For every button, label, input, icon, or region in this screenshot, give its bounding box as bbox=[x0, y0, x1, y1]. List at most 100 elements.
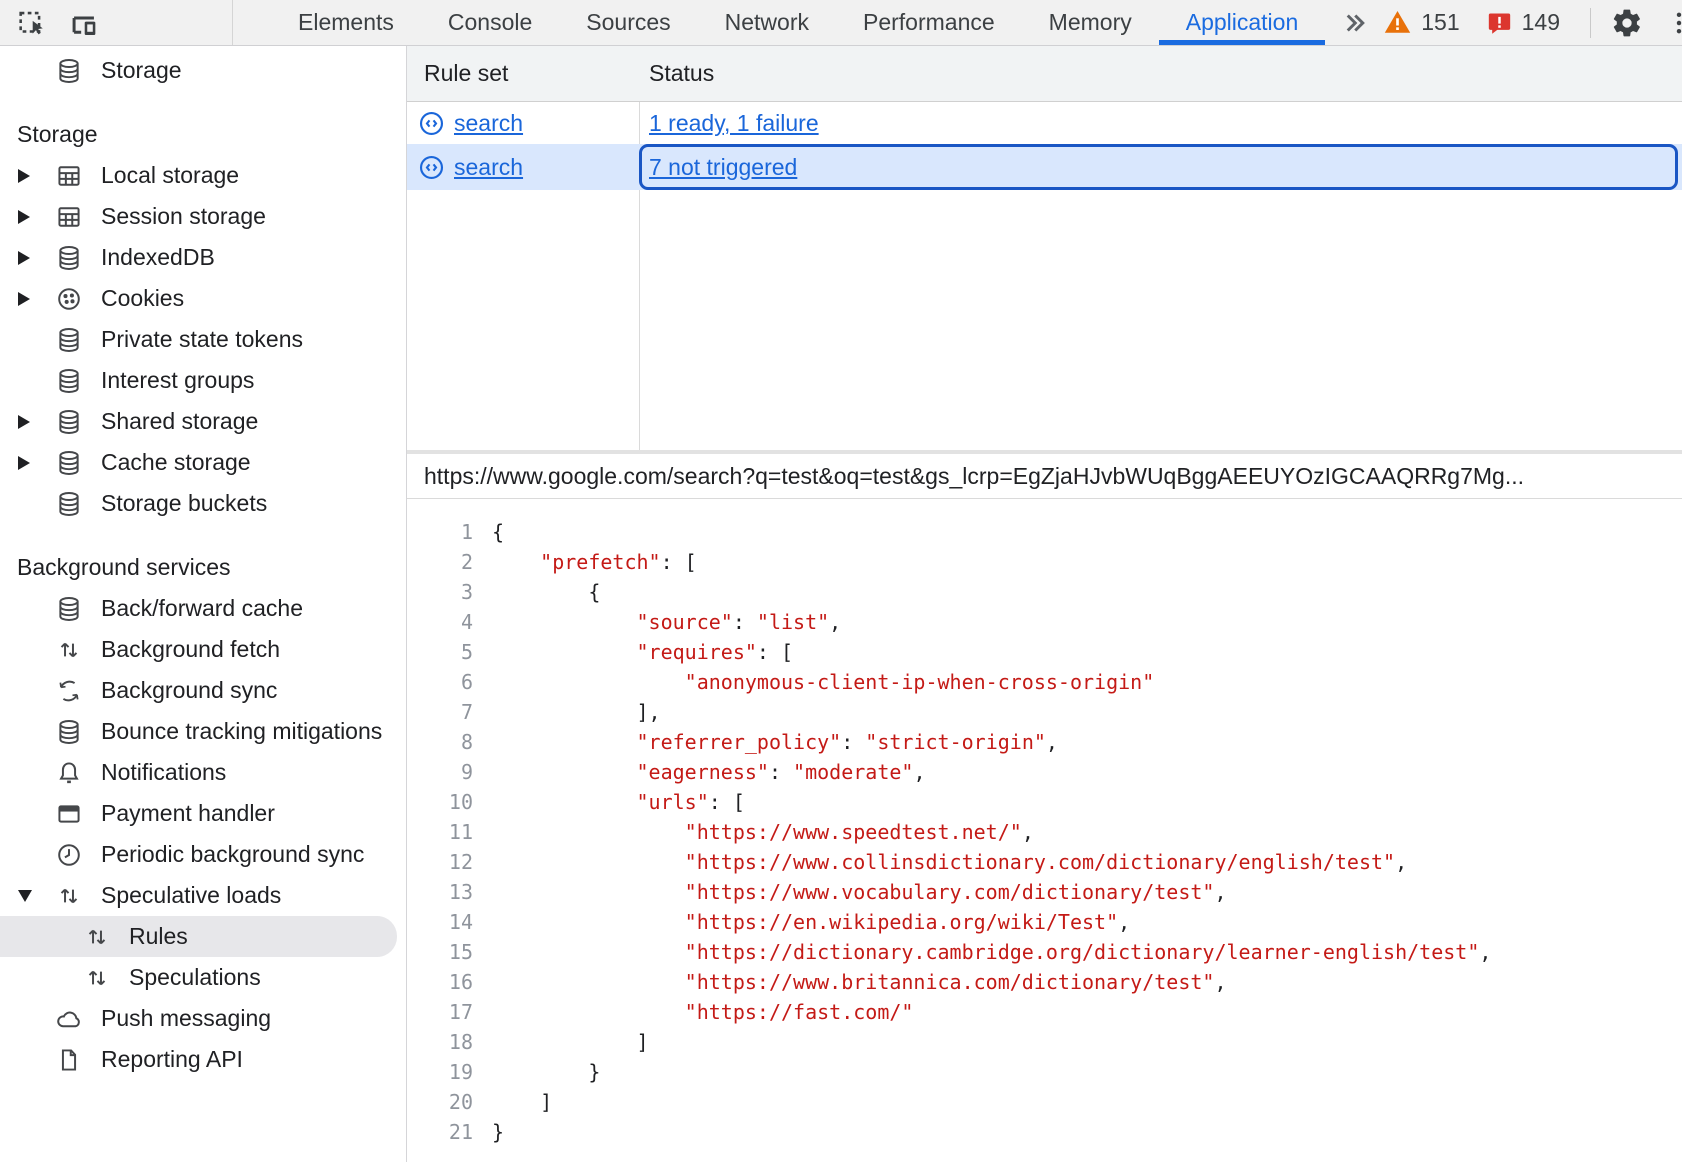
rule-set-row[interactable]: search 1 ready, 1 failure bbox=[407, 102, 1682, 144]
code-line: "https://en.wikipedia.org/wiki/Test", bbox=[492, 907, 1491, 937]
line-number: 13 bbox=[407, 877, 473, 907]
sidebar-item-speculative-loads[interactable]: Speculative loads bbox=[0, 875, 406, 916]
tab-performance[interactable]: Performance bbox=[836, 0, 1022, 45]
inspect-element-button[interactable] bbox=[6, 0, 58, 45]
cloud-icon bbox=[55, 1005, 83, 1033]
gear-icon bbox=[1611, 7, 1643, 39]
sidebar-item-rules[interactable]: Rules bbox=[0, 916, 397, 957]
sidebar-item-session-storage[interactable]: Session storage bbox=[0, 196, 406, 237]
column-header-status: Status bbox=[639, 60, 714, 87]
sidebar-item-bounce-tracking-mitigations[interactable]: Bounce tracking mitigations bbox=[0, 711, 406, 752]
sidebar-item-cookies[interactable]: Cookies bbox=[0, 278, 406, 319]
rule-set-link[interactable]: search bbox=[454, 154, 523, 181]
inspect-cursor-icon bbox=[15, 6, 49, 40]
sidebar-item-label: Bounce tracking mitigations bbox=[101, 718, 382, 745]
tab-elements[interactable]: Elements bbox=[271, 0, 421, 45]
sidebar-item-indexeddb[interactable]: IndexedDB bbox=[0, 237, 406, 278]
sidebar-item-reporting-api[interactable]: Reporting API bbox=[0, 1039, 406, 1080]
database-icon bbox=[55, 718, 83, 746]
code-line: { bbox=[492, 517, 1491, 547]
rule-set-source-url: https://www.google.com/search?q=test&oq=… bbox=[407, 454, 1682, 499]
warning-triangle-icon bbox=[1383, 8, 1412, 37]
updown-icon bbox=[55, 636, 83, 664]
tree-arrow-right-icon[interactable] bbox=[18, 169, 42, 183]
database-icon bbox=[55, 595, 83, 623]
toolbar-left-group bbox=[0, 0, 233, 45]
warnings-badge[interactable]: 151 bbox=[1383, 8, 1459, 37]
devtools-window: ElementsConsoleSourcesNetworkPerformance… bbox=[0, 0, 1682, 1162]
sidebar-item-label: Notifications bbox=[101, 759, 226, 786]
sidebar-item-label: Storage buckets bbox=[101, 490, 267, 517]
panel-tabs: ElementsConsoleSourcesNetworkPerformance… bbox=[233, 0, 1325, 45]
tab-memory[interactable]: Memory bbox=[1022, 0, 1159, 45]
sidebar-item-cache-storage[interactable]: Cache storage bbox=[0, 442, 406, 483]
code-line: "urls": [ bbox=[492, 787, 1491, 817]
sidebar-item-private-state-tokens[interactable]: Private state tokens bbox=[0, 319, 406, 360]
sync-icon bbox=[55, 677, 83, 705]
status-cell[interactable]: 1 ready, 1 failure bbox=[639, 102, 1682, 144]
sidebar-item-storage[interactable]: Storage bbox=[0, 50, 406, 91]
sidebar-item-notifications[interactable]: Notifications bbox=[0, 752, 406, 793]
rule-set-link[interactable]: search bbox=[454, 110, 523, 137]
code-line: ] bbox=[492, 1027, 1491, 1057]
more-options-button[interactable] bbox=[1653, 0, 1682, 45]
sidebar-item-local-storage[interactable]: Local storage bbox=[0, 155, 406, 196]
code-line: "https://www.vocabulary.com/dictionary/t… bbox=[492, 877, 1491, 907]
sidebar-item-back-forward-cache[interactable]: Back/forward cache bbox=[0, 588, 406, 629]
sidebar-item-label: Local storage bbox=[101, 162, 239, 189]
tree-arrow-right-icon[interactable] bbox=[18, 456, 42, 470]
line-number: 2 bbox=[407, 547, 473, 577]
column-header-rule-set: Rule set bbox=[407, 60, 639, 87]
rule-set-table: Rule set Status search 1 ready, 1 failure… bbox=[407, 46, 1682, 450]
rule-set-row[interactable]: search 7 not triggered bbox=[407, 144, 1682, 190]
sidebar-item-label: Cookies bbox=[101, 285, 184, 312]
tree-arrow-right-icon[interactable] bbox=[18, 292, 42, 306]
device-toolbar-button[interactable] bbox=[58, 0, 110, 45]
table-icon bbox=[55, 162, 83, 190]
sidebar-item-label: Speculations bbox=[129, 964, 261, 991]
sidebar-item-interest-groups[interactable]: Interest groups bbox=[0, 360, 406, 401]
sidebar-item-shared-storage[interactable]: Shared storage bbox=[0, 401, 406, 442]
sidebar-section-storage: Storage bbox=[0, 114, 406, 155]
code-line: "https://fast.com/" bbox=[492, 997, 1491, 1027]
line-number: 12 bbox=[407, 847, 473, 877]
sidebar-item-speculations[interactable]: Speculations bbox=[0, 957, 406, 998]
database-icon bbox=[55, 57, 83, 85]
sidebar-item-label: Payment handler bbox=[101, 800, 275, 827]
sidebar-item-label: Storage bbox=[101, 57, 182, 84]
error-bubble-icon bbox=[1486, 9, 1513, 36]
line-number: 6 bbox=[407, 667, 473, 697]
line-number: 5 bbox=[407, 637, 473, 667]
sidebar-item-background-sync[interactable]: Background sync bbox=[0, 670, 406, 711]
cookie-icon bbox=[55, 285, 83, 313]
sidebar-item-background-fetch[interactable]: Background fetch bbox=[0, 629, 406, 670]
tab-sources[interactable]: Sources bbox=[559, 0, 697, 45]
sidebar-item-payment-handler[interactable]: Payment handler bbox=[0, 793, 406, 834]
sidebar-item-periodic-background-sync[interactable]: Periodic background sync bbox=[0, 834, 406, 875]
status-link[interactable]: 7 not triggered bbox=[649, 154, 797, 181]
tab-application[interactable]: Application bbox=[1159, 0, 1326, 45]
sidebar-item-storage-buckets[interactable]: Storage buckets bbox=[0, 483, 406, 524]
settings-button[interactable] bbox=[1601, 0, 1653, 45]
tree-arrow-right-icon[interactable] bbox=[18, 251, 42, 265]
status-link[interactable]: 1 ready, 1 failure bbox=[649, 110, 819, 137]
tree-arrow-right-icon[interactable] bbox=[18, 415, 42, 429]
errors-badge[interactable]: 149 bbox=[1486, 9, 1560, 36]
status-cell-focused[interactable]: 7 not triggered bbox=[639, 144, 1678, 190]
rule-set-cell: search bbox=[407, 102, 639, 144]
tab-network[interactable]: Network bbox=[698, 0, 836, 45]
line-number: 14 bbox=[407, 907, 473, 937]
tab-console[interactable]: Console bbox=[421, 0, 559, 45]
sidebar-item-label: Push messaging bbox=[101, 1005, 271, 1032]
more-tabs-button[interactable] bbox=[1325, 0, 1383, 45]
code-line: "https://www.britannica.com/dictionary/t… bbox=[492, 967, 1491, 997]
line-number: 4 bbox=[407, 607, 473, 637]
tree-arrow-down-icon[interactable] bbox=[18, 890, 42, 902]
updown-icon bbox=[83, 964, 111, 992]
kebab-menu-icon bbox=[1665, 9, 1682, 37]
code-line: } bbox=[492, 1117, 1491, 1147]
database-icon bbox=[55, 326, 83, 354]
code-line: { bbox=[492, 577, 1491, 607]
tree-arrow-right-icon[interactable] bbox=[18, 210, 42, 224]
sidebar-item-push-messaging[interactable]: Push messaging bbox=[0, 998, 406, 1039]
